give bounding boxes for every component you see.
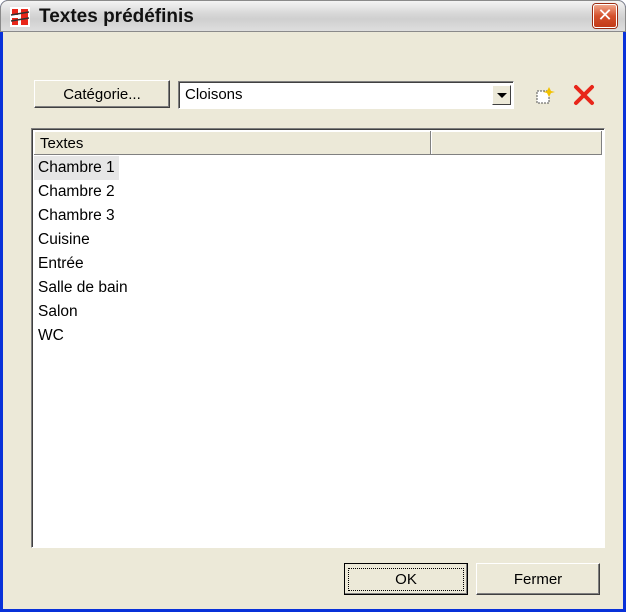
- column-header-2[interactable]: [431, 131, 602, 155]
- list-item-label: Cuisine: [38, 231, 90, 248]
- list-item[interactable]: Salle de bain: [34, 276, 132, 300]
- dropdown-arrow-button[interactable]: [492, 85, 511, 105]
- window-title: Textes prédéfinis: [39, 6, 194, 27]
- list-item[interactable]: Chambre 1: [34, 156, 119, 180]
- list-item-label: Salon: [38, 303, 78, 320]
- close-button-label: Fermer: [513, 570, 563, 588]
- category-select-value: Cloisons: [185, 86, 243, 103]
- list-item-label: Chambre 1: [38, 159, 115, 176]
- list-item[interactable]: Entrée: [34, 252, 132, 276]
- new-item-icon[interactable]: [534, 86, 556, 106]
- close-window-button[interactable]: ✕: [593, 4, 617, 28]
- category-select[interactable]: Cloisons: [178, 81, 514, 109]
- delete-icon[interactable]: [573, 84, 595, 106]
- list-item[interactable]: Chambre 3: [34, 204, 132, 228]
- list-item-label: WC: [38, 327, 64, 344]
- list-item[interactable]: WC: [34, 324, 132, 348]
- texts-list[interactable]: Textes Chambre 1 Chambre 2 Chambre 3 Cui…: [31, 128, 605, 548]
- category-button[interactable]: Catégorie...: [34, 80, 170, 108]
- list-item[interactable]: Chambre 2: [34, 180, 132, 204]
- column-header-textes[interactable]: Textes: [34, 131, 431, 155]
- list-item-label: Chambre 2: [38, 183, 115, 200]
- app-logo-icon: [10, 7, 30, 27]
- title-bar[interactable]: Textes prédéfinis ✕: [0, 0, 626, 32]
- list-rows: Chambre 1 Chambre 2 Chambre 3 Cuisine En…: [34, 156, 132, 348]
- chevron-down-icon: [496, 92, 507, 98]
- dialog-window: Textes prédéfinis ✕ Catégorie... Cloison…: [0, 0, 626, 612]
- category-button-label: Catégorie...: [63, 85, 141, 103]
- list-item-label: Salle de bain: [38, 279, 128, 296]
- close-button[interactable]: Fermer: [476, 563, 600, 595]
- list-item-label: Entrée: [38, 255, 84, 272]
- ok-button[interactable]: OK: [344, 563, 468, 595]
- list-item[interactable]: Cuisine: [34, 228, 132, 252]
- list-item-label: Chambre 3: [38, 207, 115, 224]
- column-header-label: Textes: [40, 135, 84, 152]
- ok-button-label: OK: [348, 567, 464, 591]
- list-item[interactable]: Salon: [34, 300, 132, 324]
- close-icon: ✕: [597, 5, 613, 26]
